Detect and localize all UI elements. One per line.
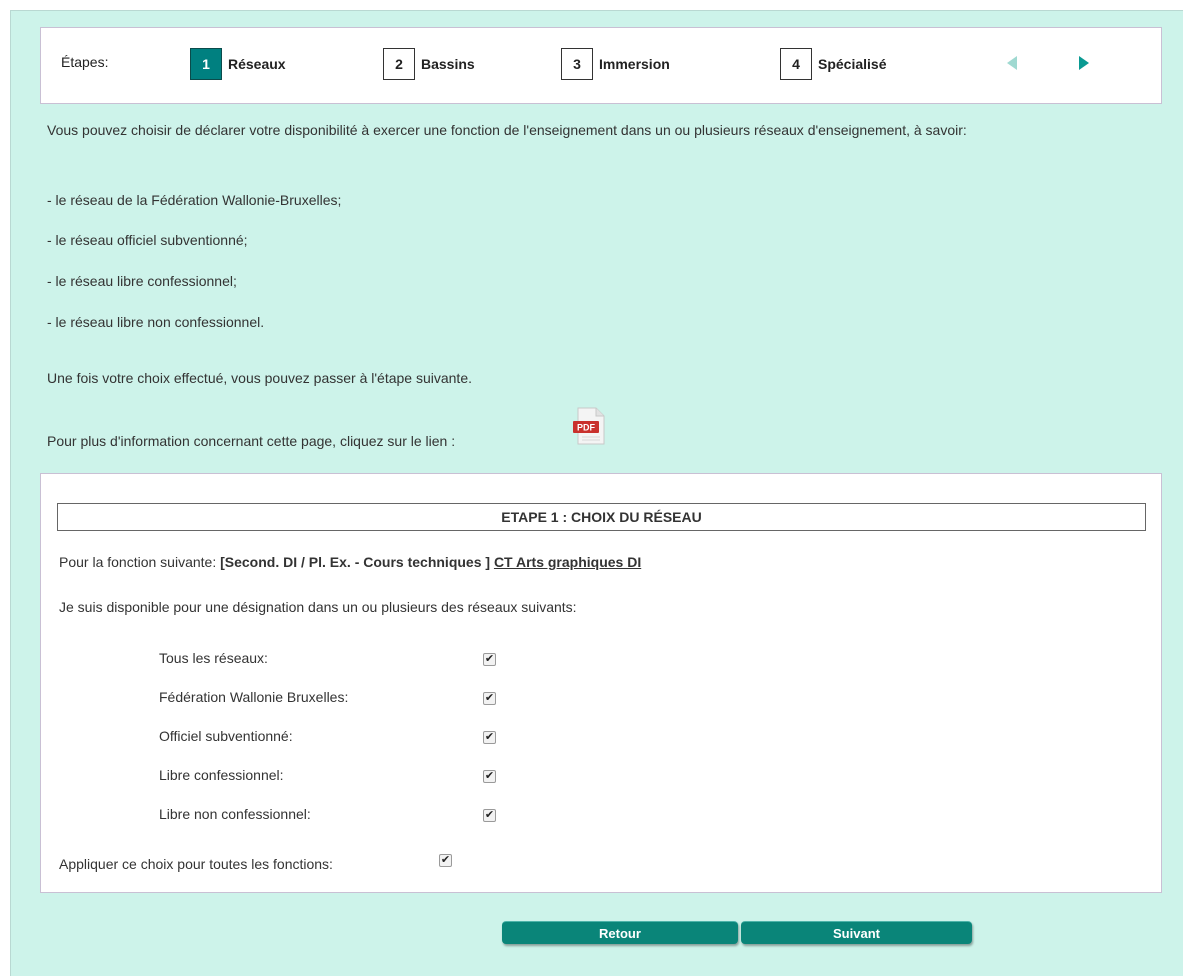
checkbox-fwb[interactable]: ✔: [483, 692, 496, 705]
option-label-free-conf: Libre confessionnel:: [159, 767, 284, 783]
back-button[interactable]: Retour: [502, 921, 738, 944]
option-label-all: Tous les réseaux:: [159, 650, 268, 666]
checkbox-official-subsidized[interactable]: ✔: [483, 731, 496, 744]
network-item: - le réseau de la Fédération Wallonie-Br…: [47, 192, 342, 208]
step-number: 4: [780, 48, 812, 80]
network-choice-form: ETAPE 1 : CHOIX DU RÉSEAU Pour la foncti…: [40, 473, 1162, 893]
function-prefix: Pour la fonction suivante:: [59, 554, 221, 570]
checkbox-free-confessional[interactable]: ✔: [483, 770, 496, 783]
page-area: Étapes: 1 Réseaux 2 Bassins 3 Immersion …: [10, 10, 1183, 976]
step-number: 2: [383, 48, 415, 80]
option-label-fwb: Fédération Wallonie Bruxelles:: [159, 689, 349, 705]
network-item: - le réseau libre confessionnel;: [47, 273, 237, 289]
network-item: - le réseau officiel subventionné;: [47, 232, 248, 248]
form-title: ETAPE 1 : CHOIX DU RÉSEAU: [57, 503, 1146, 531]
function-category: [Second. DI / Pl. Ex. - Cours techniques…: [220, 554, 491, 570]
intro-paragraph: Vous pouvez choisir de déclarer votre di…: [47, 122, 967, 138]
apply-all-label: Appliquer ce choix pour toutes les fonct…: [59, 856, 333, 872]
pdf-label: PDF: [577, 423, 596, 433]
step-immersion[interactable]: 3 Immersion: [561, 47, 670, 81]
step-specialise[interactable]: 4 Spécialisé: [780, 47, 887, 81]
next-button[interactable]: Suivant: [741, 921, 972, 944]
step-label: Spécialisé: [818, 56, 887, 72]
step-number: 1: [190, 48, 222, 80]
option-label-free-nonconf: Libre non confessionnel:: [159, 806, 311, 822]
step-reseaux[interactable]: 1 Réseaux: [190, 47, 286, 81]
step-number: 3: [561, 48, 593, 80]
function-line: Pour la fonction suivante: [Second. DI /…: [59, 554, 641, 570]
pdf-icon[interactable]: PDF: [572, 407, 608, 447]
checkbox-free-non-confessional[interactable]: ✔: [483, 809, 496, 822]
step-label: Immersion: [599, 56, 670, 72]
step-label: Bassins: [421, 56, 475, 72]
availability-text: Je suis disponible pour une désignation …: [59, 599, 577, 615]
steps-title: Étapes:: [61, 54, 109, 70]
arrow-right-icon[interactable]: [1079, 56, 1089, 70]
arrow-left-icon[interactable]: [1007, 56, 1017, 70]
checkbox-all-networks[interactable]: ✔: [483, 653, 496, 666]
network-item: - le réseau libre non confessionnel.: [47, 314, 265, 330]
step-label: Réseaux: [228, 56, 286, 72]
steps-bar: Étapes: 1 Réseaux 2 Bassins 3 Immersion …: [40, 27, 1162, 104]
next-step-info: Une fois votre choix effectué, vous pouv…: [47, 370, 472, 386]
function-link[interactable]: CT Arts graphiques DI: [494, 554, 641, 570]
option-label-official: Officiel subventionné:: [159, 728, 293, 744]
step-bassins[interactable]: 2 Bassins: [383, 47, 475, 81]
checkbox-apply-all[interactable]: ✔: [439, 854, 452, 867]
